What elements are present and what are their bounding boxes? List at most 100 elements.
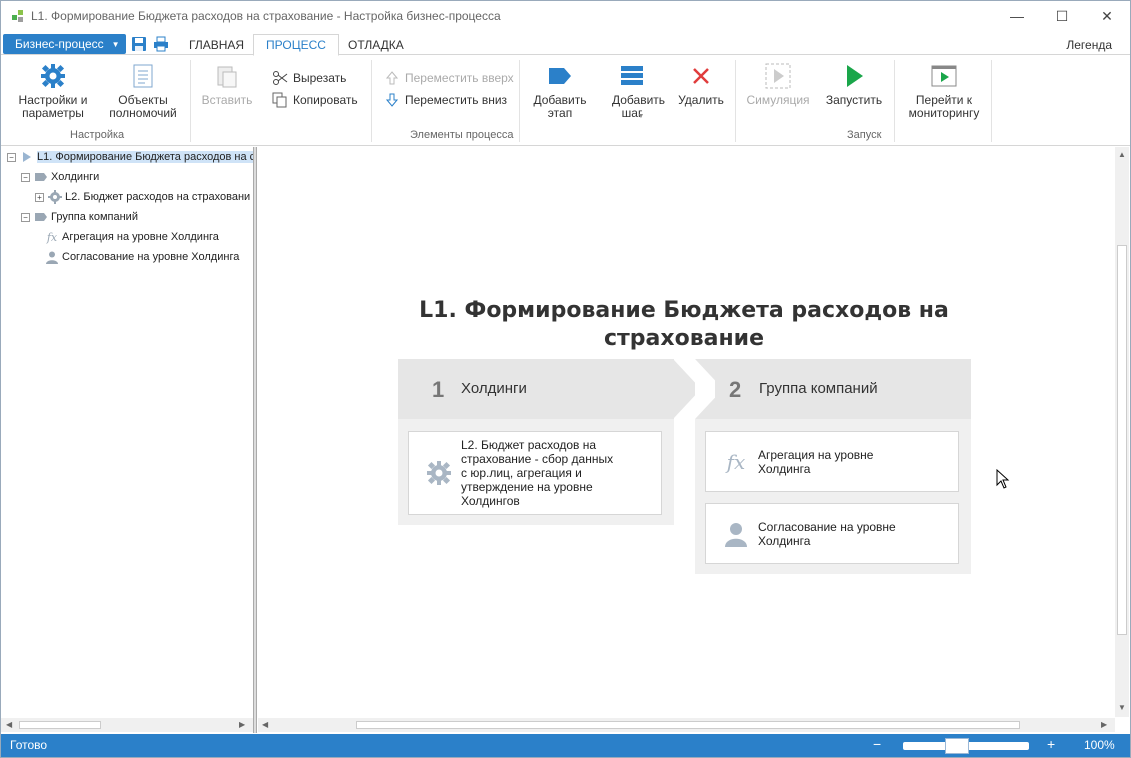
tree-item-label: Агрегация на уровне Холдинга xyxy=(62,231,219,243)
settings-group-label: Настройка xyxy=(70,129,125,141)
step-text-line: страхование - сбор данных xyxy=(461,452,614,466)
zoom-out-button[interactable]: − xyxy=(873,736,881,752)
business-process-menu-button[interactable]: Бизнес-процесс ▼ xyxy=(3,34,126,54)
step-text-line: Холдингов xyxy=(461,494,520,508)
collapse-icon[interactable]: − xyxy=(21,172,30,182)
paste-icon xyxy=(213,62,241,90)
authority-objects-button[interactable]: Объекты полномочий xyxy=(105,62,181,120)
function-fx-icon: fx xyxy=(726,449,746,474)
move-up-label: Переместить вверх xyxy=(405,71,514,85)
tree-item-aggregation[interactable]: fx Агрегация на уровне Холдинга xyxy=(45,228,219,246)
user-icon xyxy=(45,250,59,264)
scroll-right-icon[interactable]: ▶ xyxy=(1101,720,1107,729)
copy-label: Копировать xyxy=(293,93,358,107)
move-up-button[interactable]: Переместить вверх xyxy=(384,70,514,86)
mouse-cursor-icon xyxy=(996,469,1010,489)
tree-item-approval[interactable]: Согласование на уровне Холдинга xyxy=(45,248,239,266)
arrow-up-icon xyxy=(384,70,400,86)
user-icon xyxy=(722,520,750,548)
delete-label: Удалить xyxy=(678,93,724,107)
step-text-line: с юр.лиц, агрегация и xyxy=(461,466,582,480)
scrollbar-thumb[interactable] xyxy=(19,721,101,729)
tab-process[interactable]: ПРОЦЕСС xyxy=(253,34,339,56)
collapse-icon[interactable]: − xyxy=(21,212,30,222)
tree-item-stage-holdings[interactable]: − Холдинги xyxy=(21,168,99,186)
paste-button[interactable]: Вставить xyxy=(199,62,255,107)
ribbon-divider xyxy=(371,60,372,142)
step-text-line: утверждение на уровне xyxy=(461,480,593,494)
elements-group-label: Элементы процесса xyxy=(410,129,514,141)
stage-tag-icon xyxy=(546,62,574,90)
paste-label: Вставить xyxy=(201,93,253,107)
run-button[interactable]: Запустить xyxy=(819,62,889,107)
step-card-subprocess[interactable]: L2. Бюджет расходов на страхование - сбо… xyxy=(408,431,662,515)
scroll-left-icon[interactable]: ◀ xyxy=(262,720,268,729)
zoom-slider-thumb[interactable] xyxy=(945,738,969,754)
process-triangle-icon xyxy=(20,150,34,164)
tree-horizontal-scrollbar[interactable]: ◀ ▶ xyxy=(1,718,253,732)
step-text-line: L2. Бюджет расходов на xyxy=(461,438,597,452)
maximize-button[interactable]: ☐ xyxy=(1039,1,1085,31)
save-icon[interactable] xyxy=(129,34,149,54)
step-card-approval[interactable]: Согласование на уровне Холдинга xyxy=(705,503,959,564)
stage-name: Холдинги xyxy=(461,380,527,397)
tree-item-stage-group[interactable]: − Группа компаний xyxy=(21,208,138,226)
canvas-horizontal-scrollbar[interactable]: ◀ ▶ xyxy=(258,718,1115,732)
copy-button[interactable]: Копировать xyxy=(272,92,358,108)
legend-link[interactable]: Легенда xyxy=(1066,38,1112,52)
scrollbar-thumb[interactable] xyxy=(356,721,1020,729)
stage-number: 1 xyxy=(432,377,445,402)
scroll-up-icon[interactable]: ▲ xyxy=(1118,150,1126,159)
scrollbar-thumb[interactable] xyxy=(1117,245,1127,635)
step-card-aggregation[interactable]: fx Агрегация на уровне Холдинга xyxy=(705,431,959,492)
print-icon[interactable] xyxy=(151,34,171,54)
simulation-play-icon xyxy=(764,62,792,90)
process-tree: − L1. Формирование Бюджета расходов на с… xyxy=(1,147,253,733)
add-stage-button[interactable]: Добавить этап xyxy=(527,62,593,120)
scroll-down-icon[interactable]: ▼ xyxy=(1118,703,1126,712)
add-step-label: Добавить шаг xyxy=(612,93,666,120)
move-down-label: Переместить вниз xyxy=(405,93,508,107)
tree-item-label: Согласование на уровне Холдинга xyxy=(62,251,240,263)
delete-button[interactable]: Удалить xyxy=(673,62,729,107)
run-label: Запустить xyxy=(825,93,883,107)
settings-button[interactable]: Настройки и параметры xyxy=(13,62,93,120)
business-process-label: Бизнес-процесс xyxy=(15,37,104,51)
document-list-icon xyxy=(129,62,157,90)
go-to-monitoring-button[interactable]: Перейти к мониторингу xyxy=(903,62,985,120)
tree-item-label: Холдинги xyxy=(51,171,100,183)
collapse-icon[interactable]: − xyxy=(7,152,16,162)
add-stage-label: Добавить этап xyxy=(533,93,587,120)
canvas-vertical-scrollbar[interactable]: ▲ ▼ xyxy=(1115,147,1129,717)
pane-splitter[interactable] xyxy=(253,147,257,733)
expand-icon[interactable]: + xyxy=(35,192,44,202)
ribbon: Настройки и параметры Объекты полномочий… xyxy=(1,56,1130,146)
monitoring-label: Перейти к мониторингу xyxy=(908,93,980,120)
move-down-button[interactable]: Переместить вниз xyxy=(384,92,507,108)
minimize-button[interactable]: — xyxy=(994,1,1040,31)
close-button[interactable]: ✕ xyxy=(1084,1,1130,31)
function-fx-icon: fx xyxy=(46,230,58,244)
simulation-button[interactable]: Симуляция xyxy=(743,62,813,107)
chevron-down-icon: ▼ xyxy=(637,113,645,120)
authority-objects-label: Объекты полномочий xyxy=(109,93,177,120)
add-step-button[interactable]: Добавить шаг ▼ xyxy=(601,62,666,123)
scroll-right-icon[interactable]: ▶ xyxy=(239,720,245,729)
zoom-in-button[interactable]: + xyxy=(1047,736,1055,752)
scroll-left-icon[interactable]: ◀ xyxy=(6,720,12,729)
ribbon-divider xyxy=(190,60,191,142)
gear-icon xyxy=(48,190,62,204)
tree-item-subprocess[interactable]: + L2. Бюджет расходов на страховани xyxy=(35,188,250,206)
step-text-line: Холдинга xyxy=(758,461,811,476)
stage-tag-icon xyxy=(34,170,48,184)
tree-item-label: Группа компаний xyxy=(51,211,138,223)
tree-item-root[interactable]: − L1. Формирование Бюджета расходов на с xyxy=(7,148,253,166)
ribbon-divider xyxy=(519,60,520,142)
chevron-down-icon: ▼ xyxy=(111,39,120,49)
cut-button[interactable]: Вырезать xyxy=(272,70,346,86)
tab-debug[interactable]: ОТЛАДКА xyxy=(336,34,416,56)
tab-main[interactable]: ГЛАВНАЯ xyxy=(177,34,256,56)
step-text-line: Агрегация на уровне xyxy=(758,447,874,462)
stage-number: 2 xyxy=(729,377,742,402)
gear-icon xyxy=(39,62,67,90)
